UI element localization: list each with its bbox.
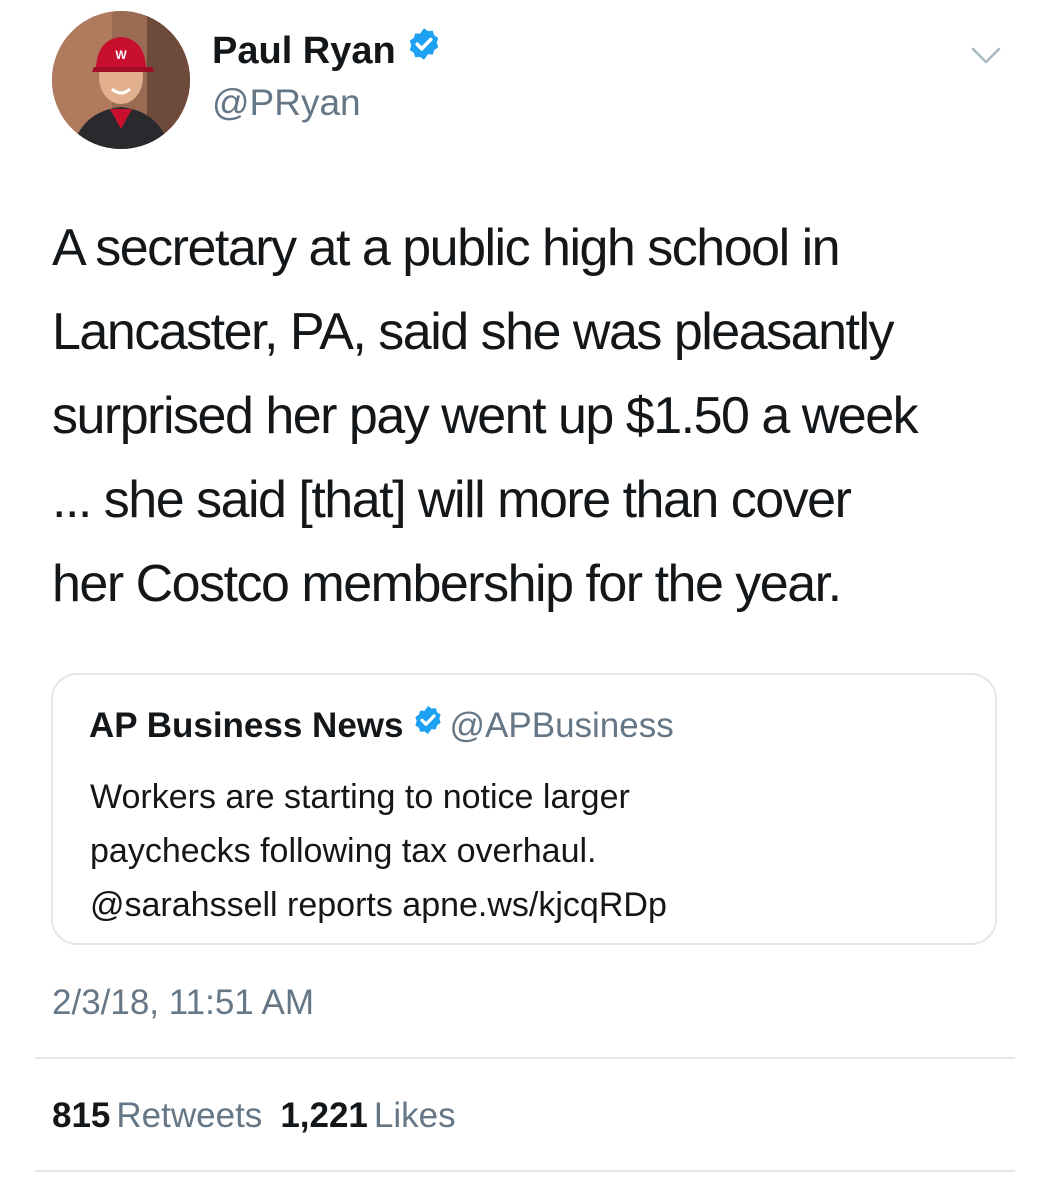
quoted-author-name: AP Business News — [89, 706, 404, 745]
author-name-text: Paul Ryan — [212, 30, 396, 72]
likes-label: Likes — [373, 1096, 456, 1135]
tweet-detail: W Paul Ryan @PRyan A secretary at a publ… — [0, 0, 1050, 1200]
avatar-photo-icon: W — [52, 11, 190, 149]
tweet-text: A secretary at a public high school in L… — [52, 219, 919, 613]
quoted-tweet-header: AP Business News @APBusiness — [89, 703, 674, 751]
chevron-down-icon[interactable] — [970, 44, 1002, 68]
retweets-count: 815 — [52, 1096, 111, 1135]
quoted-tweet-text: Workers are starting to notice larger pa… — [90, 778, 667, 924]
quoted-tweet-card[interactable]: AP Business News @APBusiness Workers are … — [51, 673, 997, 945]
likes-stat[interactable]: 1,221 Likes — [280, 1096, 455, 1135]
verified-badge-icon — [406, 26, 442, 73]
likes-count: 1,221 — [280, 1096, 368, 1135]
tweet-timestamp: 2/3/18, 11:51 AM — [52, 983, 315, 1022]
author-handle[interactable]: @PRyan — [212, 80, 361, 126]
verified-badge-icon — [412, 702, 444, 748]
author-display-name[interactable]: Paul Ryan — [212, 28, 442, 76]
retweets-stat[interactable]: 815 Retweets — [52, 1096, 262, 1135]
tweet-stats: 815 Retweets 1,221 Likes — [52, 1093, 474, 1139]
retweets-label: Retweets — [116, 1096, 263, 1135]
author-avatar[interactable]: W — [52, 11, 190, 149]
divider — [35, 1170, 1015, 1172]
svg-text:W: W — [115, 48, 127, 62]
quoted-author-handle: @APBusiness — [449, 706, 674, 745]
divider — [35, 1057, 1015, 1059]
